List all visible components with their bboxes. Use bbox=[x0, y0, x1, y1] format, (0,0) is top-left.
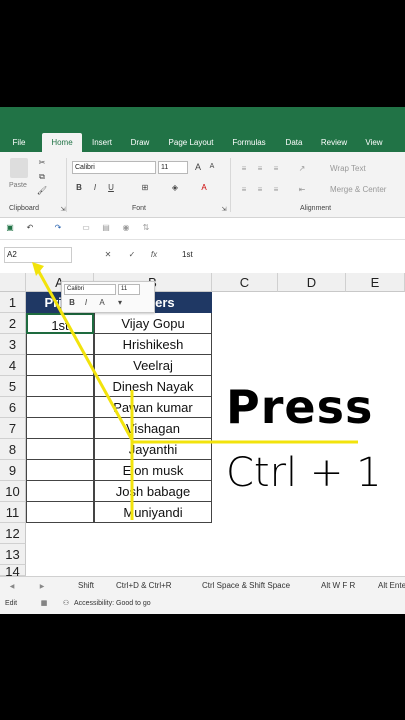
arrow-overlay bbox=[32, 262, 358, 520]
overlay-press-text: Press bbox=[226, 380, 374, 434]
pointer-arrow-line bbox=[36, 269, 134, 441]
overlay-shortcut-text: Ctrl + 1 bbox=[226, 450, 382, 496]
pointer-arrow-head bbox=[32, 262, 44, 276]
